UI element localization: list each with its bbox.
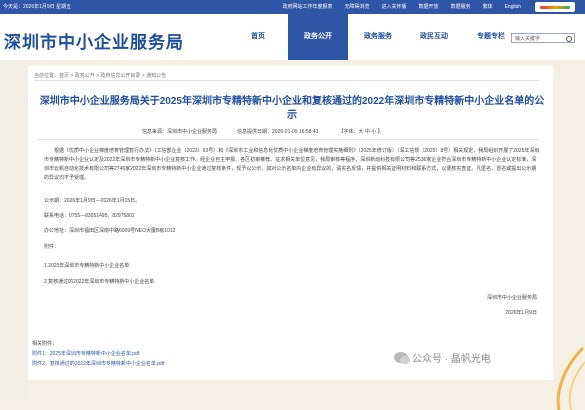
signature: 深圳市中小企业服务局 bbox=[486, 295, 537, 301]
top-link-care-mode[interactable]: 进入关怀版 bbox=[382, 0, 407, 14]
top-bar: 今天是：2026年1月9日 星期五 政府网站工作年度报表 无障碍浏览 进入关怀版… bbox=[0, 0, 585, 14]
search-input[interactable]: 输入关键字 bbox=[511, 33, 575, 43]
nav-interaction[interactable]: 政民互动 bbox=[408, 14, 460, 60]
attachment-label: 附件： bbox=[44, 244, 60, 250]
top-link-english[interactable]: English bbox=[505, 0, 521, 14]
decorative-curve-icon bbox=[556, 346, 585, 410]
top-link-data-service[interactable]: 数据服务 bbox=[451, 0, 471, 14]
top-link-annual-report[interactable]: 政府网站工作年度报表 bbox=[283, 0, 333, 14]
nav-services[interactable]: 政务服务 bbox=[348, 14, 408, 60]
contact-phone: 联系电话：0755—83051495、82975802 bbox=[44, 213, 135, 219]
related-attachments-title: 相关附件： bbox=[32, 341, 58, 347]
divider bbox=[34, 80, 539, 81]
watermark: 公众号 · 晶帆光电 bbox=[394, 350, 491, 365]
date-text: 今天是：2026年1月9日 星期五 bbox=[3, 4, 72, 10]
search-icon[interactable] bbox=[566, 36, 572, 42]
watermark-text: 公众号 · 晶帆光电 bbox=[412, 354, 491, 365]
left-margin bbox=[0, 60, 28, 400]
top-link-accessibility[interactable]: 无障碍浏览 bbox=[345, 0, 370, 14]
nav-gov-affairs[interactable]: 政务公开 bbox=[288, 14, 348, 60]
font-size-selector[interactable]: 【字体：大 中 小 】 bbox=[338, 128, 382, 135]
article-paragraph: 根据《优质中小企业梯度培育管理暂行办法》（工信部企业〔2022〕63号）和《深圳… bbox=[44, 148, 540, 181]
attachment-item: 1.2025年深圳市专精特新中小企业名单 bbox=[44, 263, 130, 269]
top-links: 政府网站工作年度报表 无障碍浏览 进入关怀版 数据开放 数据服务 繁体 Engl… bbox=[283, 0, 522, 14]
notice-period: 公示期：2026年1月9日—2026年1月15日。 bbox=[44, 198, 141, 204]
sign-date: 2026年1月9日 bbox=[505, 310, 537, 316]
site-header: 深圳市中小企业服务局 首页 政务公开 政务服务 政民互动 专题专栏 输入关键字 bbox=[0, 14, 585, 60]
article-meta: 信息来源：深圳市中小企业服务局 信息提供日期：2026-01-09 16:58:… bbox=[142, 128, 383, 135]
site-title: 深圳市中小企业服务局 bbox=[4, 33, 184, 52]
main-nav: 首页 政务公开 政务服务 政民互动 专题专栏 bbox=[228, 14, 522, 60]
divider bbox=[38, 139, 538, 140]
article-body: 根据《优质中小企业梯度培育管理暂行办法》（工信部企业〔2022〕63号）和《深圳… bbox=[44, 147, 540, 183]
gov-logo-icon bbox=[535, 2, 575, 12]
wechat-icon bbox=[394, 352, 410, 364]
info-source: 信息来源：深圳市中小企业服务局 bbox=[142, 129, 218, 135]
office-address: 办公地址：深圳市福田区深南中路6009号NEO大厦B栋1012 bbox=[44, 228, 176, 234]
nav-home[interactable]: 首页 bbox=[228, 14, 288, 60]
attachment-item: 2.复核通过的2022年深圳市专精特新中小企业名单 bbox=[44, 279, 155, 285]
info-date: 信息提供日期：2026-01-09 16:58:43 bbox=[237, 129, 319, 135]
attachment-link-2[interactable]: 附件2：复核通过的2022年深圳市专精特新中小企业名单.pdf bbox=[32, 360, 164, 367]
article-title: 深圳市中小企业服务局关于2025年深圳市专精特新中小企业和复核通过的2022年深… bbox=[39, 96, 545, 121]
top-link-data-open[interactable]: 数据开放 bbox=[419, 0, 439, 14]
content-panel: 当前位置：首页 > 政务公开 > 政府信息公开目录 > 通知公告 深圳市中小企业… bbox=[28, 66, 553, 380]
breadcrumb: 当前位置：首页 > 政务公开 > 政府信息公开目录 > 通知公告 bbox=[34, 73, 167, 79]
attachment-link-1[interactable]: 附件1：2025年深圳市专精特新中小企业名单.pdf bbox=[32, 350, 139, 357]
top-link-traditional[interactable]: 繁体 bbox=[483, 0, 493, 14]
